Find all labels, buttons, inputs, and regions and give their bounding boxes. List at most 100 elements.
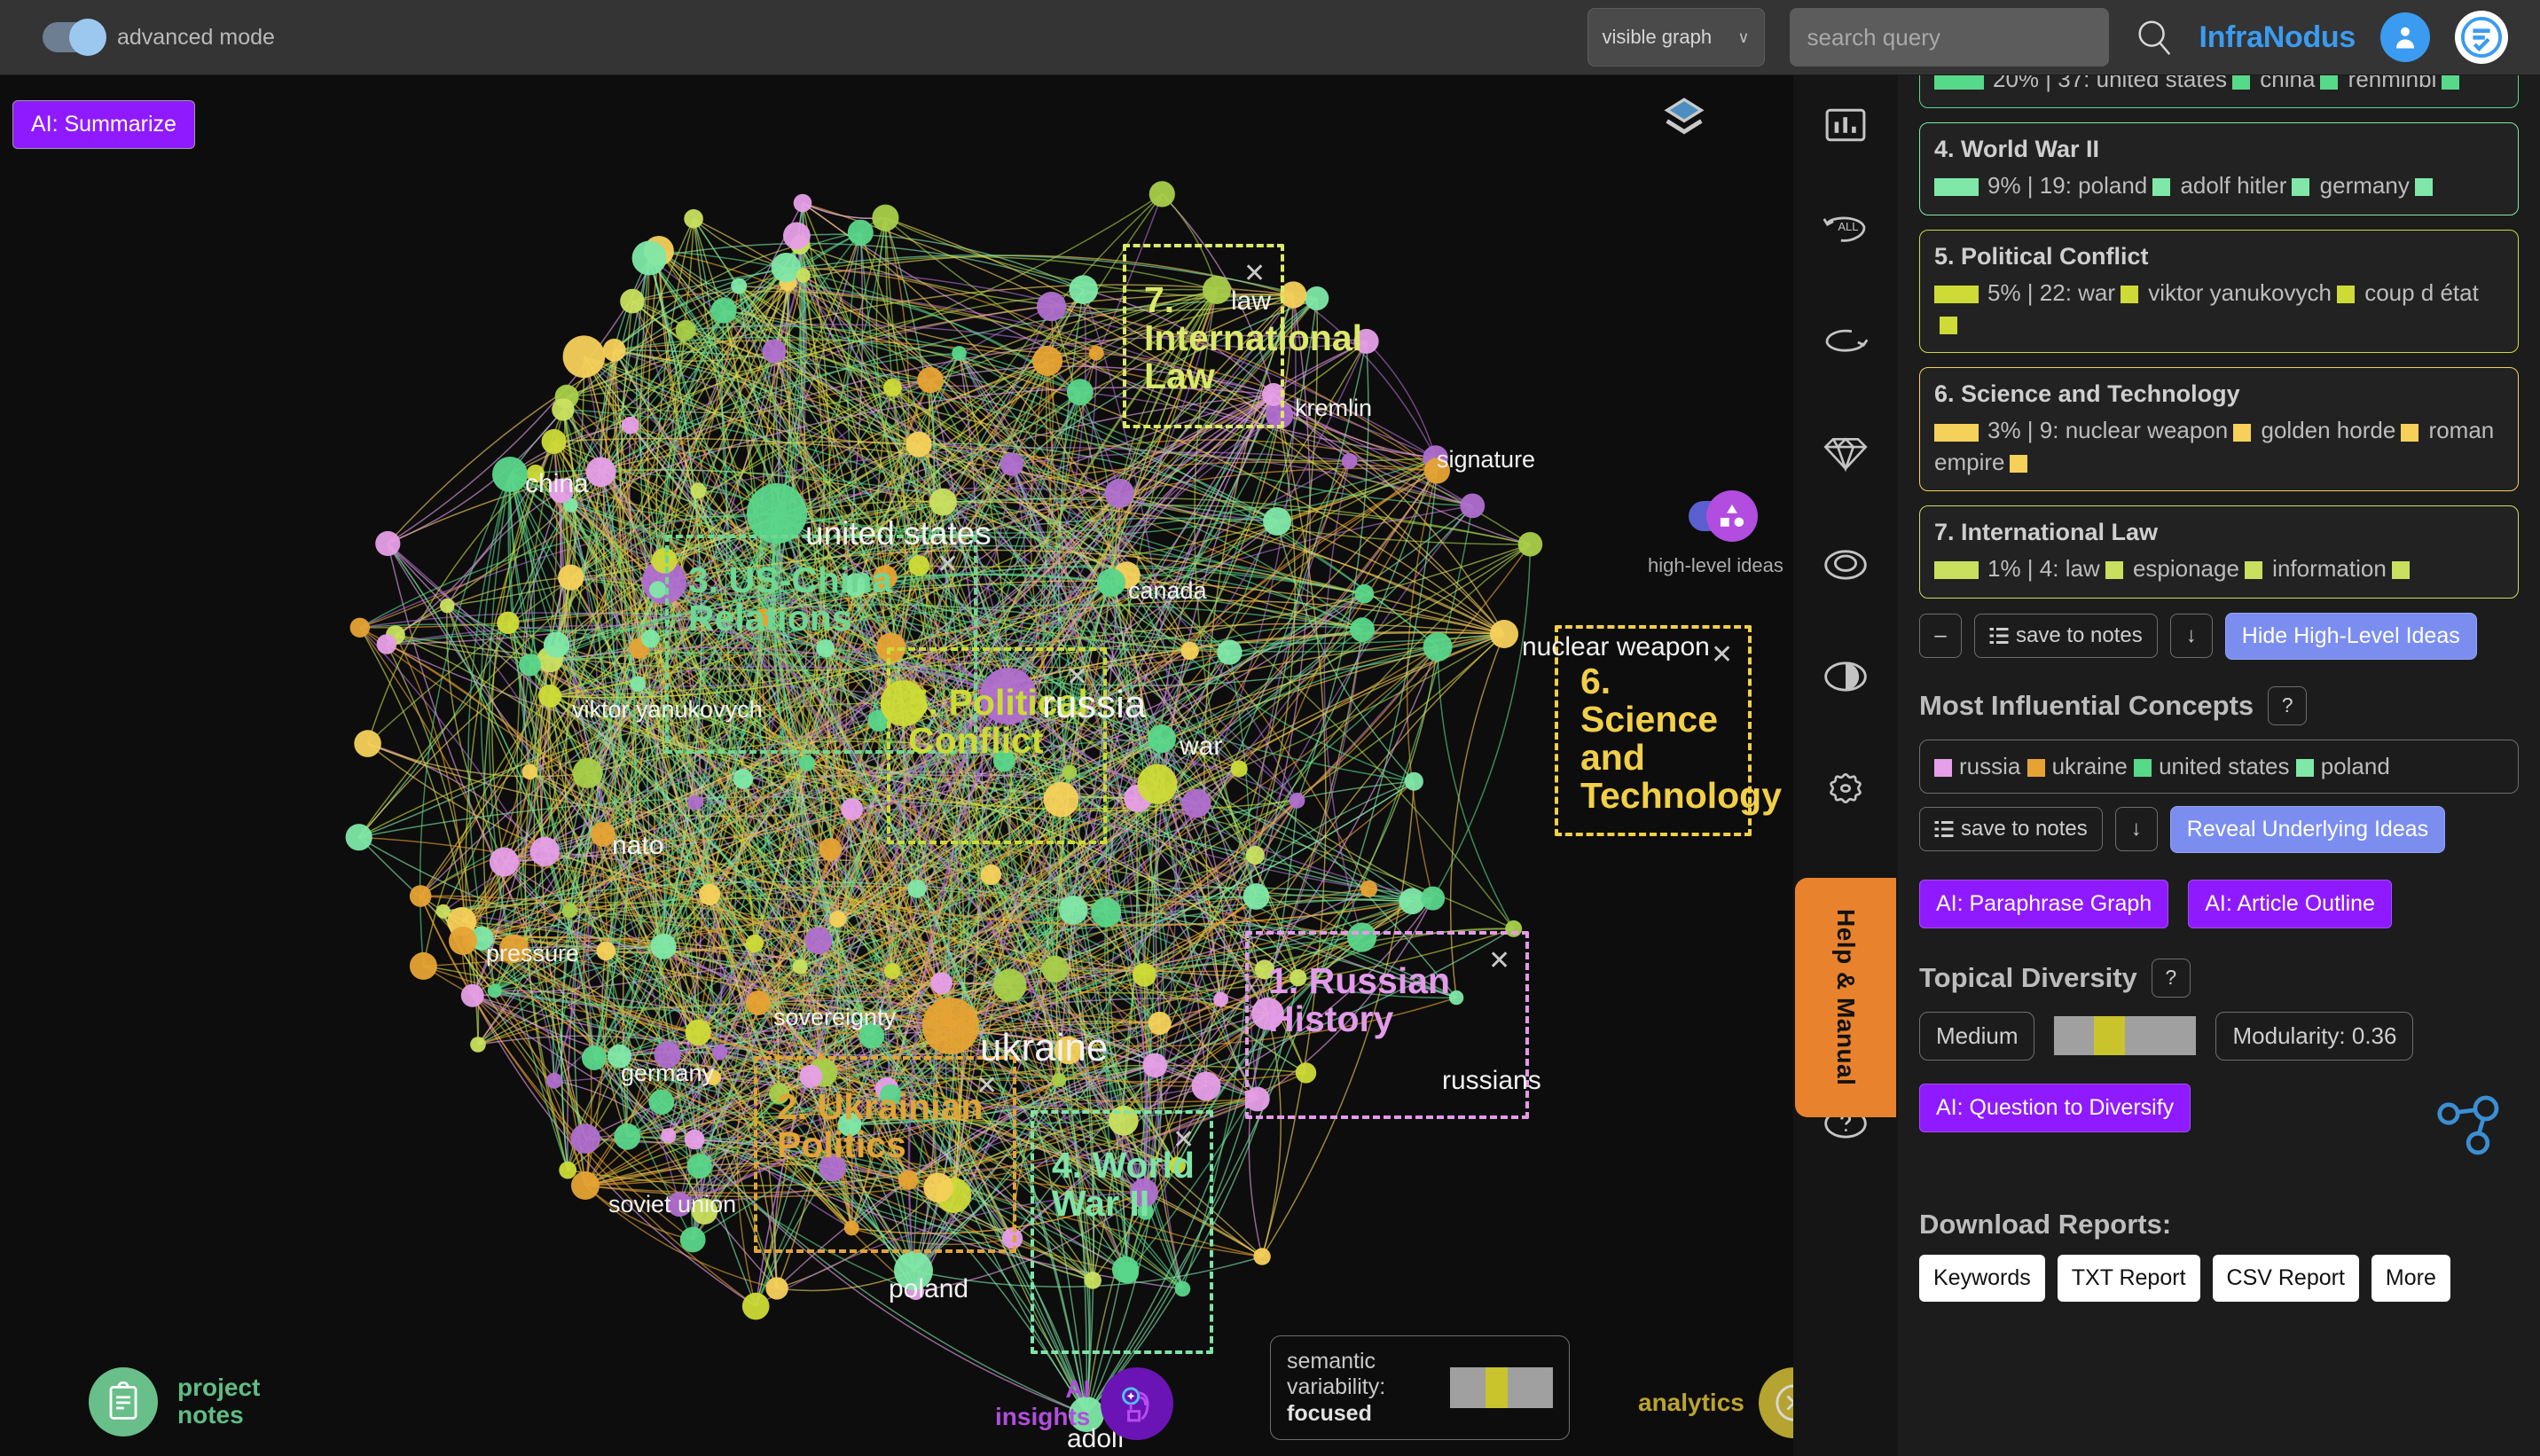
reset-all-button[interactable]: ALL	[1814, 198, 1878, 262]
infranodus-logo-icon[interactable]	[2455, 11, 2508, 64]
topic-term-swatch	[2105, 561, 2123, 580]
save-topics-to-notes-button[interactable]: save to notes	[1974, 614, 2158, 659]
topic-term-swatch	[2320, 75, 2339, 90]
svg-text:ALL: ALL	[1838, 220, 1858, 233]
download-topics-button[interactable]: ↓	[2169, 614, 2213, 659]
topical-diversity-title: Topical Diversity	[1919, 961, 2137, 993]
semantic-variability-value: focused	[1287, 1400, 1372, 1426]
topic-summary: 1% | 4: law espionage information	[1934, 553, 2504, 584]
ai-insights-line2: insights	[995, 1403, 1091, 1430]
download-reports-title: Download Reports:	[1919, 1208, 2172, 1240]
topic-card[interactable]: 4. World War II 9% | 19: poland adolf hit…	[1919, 122, 2519, 215]
hide-high-level-ideas-button[interactable]: Hide High-Level Ideas	[2224, 612, 2477, 660]
cluster-close-icon-4[interactable]: ✕	[1172, 1124, 1195, 1155]
cluster-close-icon-7[interactable]: ✕	[1243, 258, 1266, 289]
graph-canvas[interactable]: AI: Summarize ✕ 1. Russian History ✕ 2. Ukr…	[0, 75, 1898, 1456]
topic-term-swatch	[2121, 285, 2139, 303]
topic-term-swatch	[2244, 561, 2262, 580]
diversity-meter	[2054, 1016, 2197, 1056]
top-bar-right-group: visible graph ∨ InfraNodus	[1587, 8, 2540, 67]
reveal-underlying-ideas-button[interactable]: Reveal Underlying Ideas	[2169, 805, 2446, 853]
chevron-down-icon: ∨	[1737, 27, 1750, 46]
influential-concepts-header: Most Influential Concepts ?	[1919, 685, 2519, 725]
topic-title: 7. International Law	[1934, 519, 2159, 546]
collapse-topics-button[interactable]: –	[1919, 614, 1962, 659]
ai-insights-label: AI insights	[995, 1375, 1091, 1431]
help-and-manual-tab[interactable]: Help & Manual	[1795, 878, 1896, 1117]
topic-title: 5. Political Conflict	[1934, 242, 2149, 270]
topics-list: 20% | 37: united states china renminbi 4.…	[1919, 75, 2519, 599]
topic-term-swatch	[2292, 178, 2310, 197]
advanced-mode-control[interactable]: advanced mode	[43, 19, 275, 56]
topic-bar	[1934, 178, 1979, 197]
topic-card[interactable]: 7. International Law 1% | 4: law espionag…	[1919, 505, 2519, 599]
ai-summarize-button[interactable]: AI: Summarize	[12, 100, 195, 149]
influential-concepts-list[interactable]: russia ukraine united states poland	[1919, 739, 2519, 794]
topic-summary: 9% | 19: poland adolf hitler germany	[1934, 170, 2504, 201]
ai-question-to-diversify-button[interactable]: AI: Question to Diversify	[1919, 1083, 2191, 1132]
reload-button[interactable]	[1814, 309, 1878, 373]
node-size-button[interactable]	[1814, 533, 1878, 597]
high-level-ideas-control[interactable]: high-level ideas	[1648, 490, 1783, 577]
graph-scope-select[interactable]: visible graph ∨	[1587, 8, 1765, 67]
account-icon[interactable]	[2380, 12, 2430, 62]
cluster-box-1[interactable]	[1245, 931, 1529, 1119]
topical-diversity-help-button[interactable]: ?	[2151, 958, 2191, 998]
influential-concepts-help-button[interactable]: ?	[2268, 685, 2308, 725]
download-csv-report-button[interactable]: CSV Report	[2212, 1254, 2359, 1302]
save-topics-label: save to notes	[2016, 623, 2143, 648]
save-concepts-to-notes-button[interactable]: save to notes	[1919, 807, 2103, 852]
statistics-button[interactable]	[1814, 93, 1878, 157]
brand-title: InfraNodus	[2199, 20, 2356, 54]
cluster-close-icon-1[interactable]: ✕	[1488, 945, 1510, 976]
save-concepts-label: save to notes	[1961, 817, 2088, 842]
topic-bar	[1934, 75, 1984, 90]
topic-card[interactable]: 6. Science and Technology 3% | 9: nuclear…	[1919, 367, 2519, 492]
download-keywords-button[interactable]: Keywords	[1919, 1254, 2045, 1302]
cluster-close-icon-3[interactable]: ✕	[937, 549, 959, 580]
topic-term-swatch	[2401, 423, 2419, 442]
cluster-close-icon-5[interactable]: ✕	[1066, 661, 1088, 693]
ai-insights-button[interactable]: AI insights	[995, 1367, 1174, 1440]
project-notes-line1: project	[177, 1374, 261, 1402]
concept-label[interactable]: russia	[1959, 753, 2027, 779]
concept-swatch	[2027, 758, 2045, 777]
concept-label[interactable]: united states	[2159, 753, 2296, 779]
advanced-mode-toggle[interactable]	[43, 19, 106, 56]
ai-actions-row: AI: Paraphrase Graph AI: Article Outline	[1919, 879, 2519, 928]
topic-bar	[1934, 285, 1979, 303]
search-input[interactable]	[1789, 8, 2109, 67]
contrast-button[interactable]	[1814, 645, 1878, 708]
meter-fill	[1485, 1366, 1509, 1408]
graph-tools-toolbar: ALL	[1793, 75, 1898, 1456]
settings-button[interactable]	[1814, 756, 1878, 820]
clipboard-icon	[89, 1367, 158, 1436]
semantic-variability-meter	[1450, 1366, 1553, 1408]
download-more-button[interactable]: More	[2371, 1254, 2450, 1302]
ai-paraphrase-graph-button[interactable]: AI: Paraphrase Graph	[1919, 879, 2169, 928]
topic-title: 4. World War II	[1934, 136, 2100, 163]
topic-term-swatch	[2010, 454, 2028, 473]
cluster-close-icon-6[interactable]: ✕	[1711, 639, 1733, 670]
influential-concepts-title: Most Influential Concepts	[1919, 689, 2254, 721]
project-notes-button[interactable]: project notes	[89, 1367, 260, 1436]
concept-label[interactable]: poland	[2321, 753, 2390, 779]
download-concepts-button[interactable]: ↓	[2114, 807, 2158, 852]
topic-term-swatch	[2442, 75, 2460, 90]
high-level-ideas-toggle[interactable]	[1689, 490, 1759, 542]
premium-button[interactable]	[1814, 421, 1878, 485]
concept-swatch	[2295, 758, 2314, 777]
search-icon[interactable]	[2134, 17, 2175, 58]
concept-label[interactable]: ukraine	[2052, 753, 2135, 779]
cluster-close-icon-2[interactable]: ✕	[976, 1070, 998, 1101]
analytics-label: analytics	[1638, 1389, 1744, 1416]
topic-card[interactable]: 20% | 37: united states china renminbi	[1919, 75, 2519, 109]
ai-article-outline-button[interactable]: AI: Article Outline	[2188, 879, 2392, 928]
analytics-sidebar[interactable]: 20% | 37: united states china renminbi 4.…	[1898, 75, 2540, 1456]
high-level-ideas-label: high-level ideas	[1648, 554, 1783, 576]
topic-card[interactable]: 5. Political Conflict 5% | 22: war viktor…	[1919, 229, 2519, 354]
layers-icon[interactable]	[1658, 93, 1710, 149]
topic-term-swatch	[1940, 317, 1957, 335]
topic-summary: 3% | 9: nuclear weapon golden horde roma…	[1934, 417, 2495, 475]
download-txt-report-button[interactable]: TXT Report	[2057, 1254, 2200, 1302]
